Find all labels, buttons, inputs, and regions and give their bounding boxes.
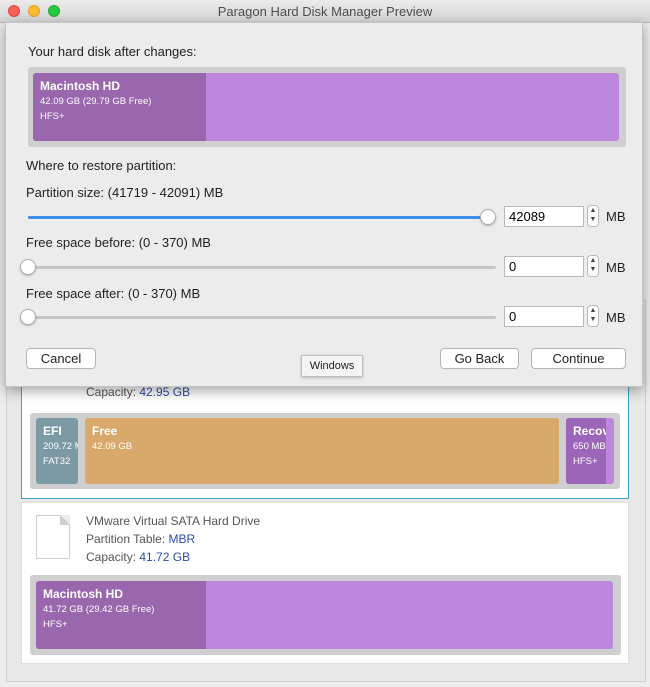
partition-info: 209.72 MB <box>43 441 78 452</box>
window-title: Paragon Hard Disk Manager Preview <box>217 4 433 19</box>
free-after-input[interactable] <box>504 306 584 327</box>
partition-free[interactable]: Free 42.09 GB <box>85 418 559 484</box>
capacity-label: Capacity: <box>86 550 137 564</box>
partition-fs: HFS+ <box>573 456 598 467</box>
partition-name: EFI <box>43 424 62 438</box>
free-after-unit: MB <box>606 310 626 325</box>
partition-name: Macintosh HD <box>43 587 124 601</box>
partition-size-slider[interactable] <box>28 209 496 225</box>
free-before-unit: MB <box>606 260 626 275</box>
continue-button[interactable]: Continue <box>531 348 626 369</box>
free-after-slider[interactable] <box>20 309 496 325</box>
partition-size-unit: MB <box>606 209 626 224</box>
disk-card-2[interactable]: VMware Virtual SATA Hard Drive Partition… <box>21 502 629 664</box>
preview-partition: Macintosh HD 42.09 GB (29.79 GB Free) HF… <box>33 73 619 141</box>
partition-info: 41.72 GB (29.42 GB Free) <box>43 604 155 615</box>
preview-heading: Your hard disk after changes: <box>28 44 197 59</box>
free-after-label: Free space after: (0 - 370) MB <box>26 286 201 301</box>
partition-table-label: Partition Table: <box>86 532 166 546</box>
free-before-slider[interactable] <box>20 259 496 275</box>
partition-efi[interactable]: EFI 209.72 MB FAT32 <box>36 418 78 484</box>
partition-strip: EFI 209.72 MB FAT32 Free 42.09 GB Recove… <box>30 413 620 489</box>
partition-size-stepper[interactable]: ▲ ▼ <box>587 205 599 227</box>
partition-recovery[interactable]: Recovery HD 650 MB ( HFS+ <box>566 418 614 484</box>
free-after-stepper[interactable]: ▲ ▼ <box>587 305 599 327</box>
disk-icon <box>36 515 70 559</box>
capacity-label: Capacity: <box>86 385 137 399</box>
partition-info: 42.09 GB <box>92 441 133 452</box>
cancel-button[interactable]: Cancel <box>26 348 96 369</box>
partition-table-value: MBR <box>168 532 196 546</box>
free-before-stepper[interactable]: ▲ ▼ <box>587 255 599 277</box>
partition-strip: Macintosh HD 41.72 GB (29.42 GB Free) HF… <box>30 575 621 655</box>
partition-fs: FAT32 <box>43 456 71 467</box>
slider-knob[interactable] <box>20 259 36 275</box>
preview-partition-info: 42.09 GB (29.79 GB Free) <box>40 96 152 107</box>
partition-macintosh-hd[interactable]: Macintosh HD 41.72 GB (29.42 GB Free) HF… <box>36 581 613 649</box>
capacity-value: 41.72 GB <box>139 550 191 564</box>
windows-tooltip: Windows <box>301 355 363 377</box>
partition-size-input[interactable] <box>504 206 584 227</box>
preview-strip: Macintosh HD 42.09 GB (29.79 GB Free) HF… <box>28 67 626 147</box>
partition-name: Free <box>92 424 118 438</box>
restore-location-label: Where to restore partition: <box>26 158 177 173</box>
partition-name: Recovery HD <box>573 424 610 438</box>
capacity-value: 42.95 GB <box>139 385 191 399</box>
preview-partition-fs: HFS+ <box>40 111 65 122</box>
slider-knob[interactable] <box>480 209 496 225</box>
partition-fs: HFS+ <box>43 619 68 630</box>
restore-partition-sheet: Your hard disk after changes: Macintosh … <box>5 22 643 387</box>
free-before-input[interactable] <box>504 256 584 277</box>
title-bar: Paragon Hard Disk Manager Preview <box>0 0 650 23</box>
free-before-label: Free space before: (0 - 370) MB <box>26 235 211 250</box>
partition-size-label: Partition size: (41719 - 42091) MB <box>26 185 224 200</box>
partition-info: 650 MB ( <box>573 441 612 452</box>
disk-capacity: Capacity: 42.95 GB <box>86 385 190 399</box>
disk-capacity: Capacity: 41.72 GB <box>86 550 190 564</box>
preview-partition-name: Macintosh HD <box>40 79 121 93</box>
disk-partition-table: Partition Table: MBR <box>86 532 195 546</box>
slider-knob[interactable] <box>20 309 36 325</box>
slider-fill <box>28 216 488 219</box>
disk-name: VMware Virtual SATA Hard Drive <box>86 514 261 528</box>
go-back-button[interactable]: Go Back <box>440 348 519 369</box>
